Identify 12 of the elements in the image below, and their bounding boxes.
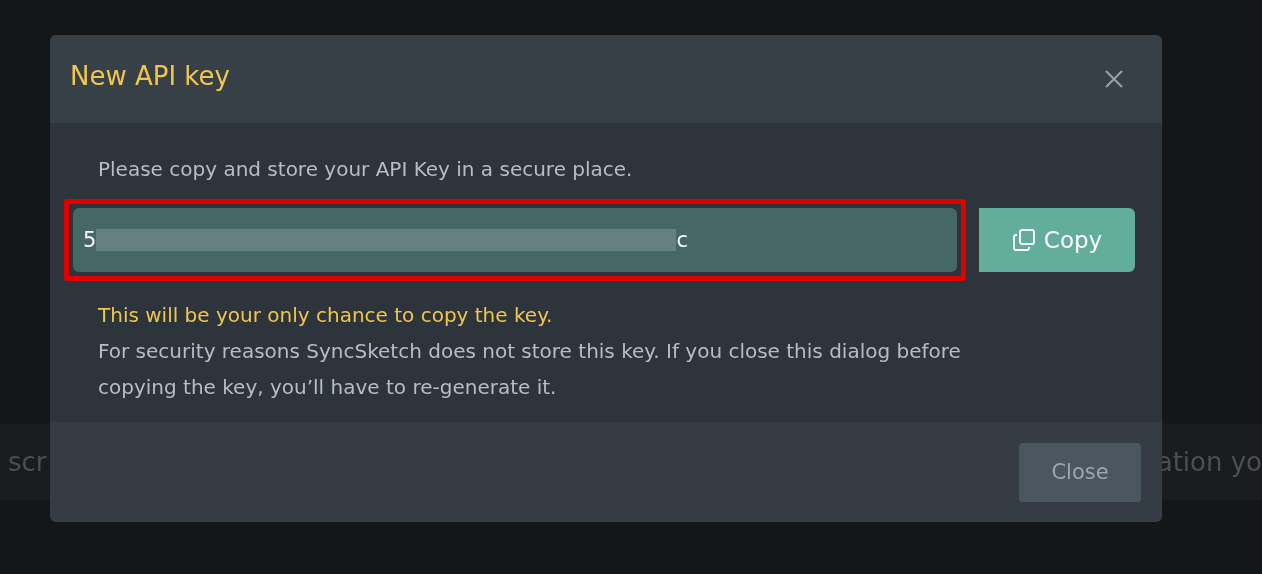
close-button[interactable]: Close: [1019, 442, 1141, 502]
background-text: scr: [8, 447, 47, 477]
copy-icon: [1011, 228, 1036, 252]
copy-button[interactable]: Copy: [979, 208, 1135, 272]
note-text: For security reasons SyncSketch does not store this key. If you close this dialog before copying the key, you’ll have to re-generate it.: [98, 338, 962, 401]
close-icon[interactable]: [1104, 69, 1124, 89]
dialog-title: New API key: [70, 61, 230, 91]
key-text: 5: [83, 228, 97, 252]
warning-text: This will be your only chance to copy the key.: [98, 303, 554, 327]
api-key-field[interactable]: 5 c: [73, 208, 957, 272]
instruction-text: Please copy and store your API Key in a secure place.: [98, 157, 634, 181]
key-text: c: [676, 228, 688, 252]
